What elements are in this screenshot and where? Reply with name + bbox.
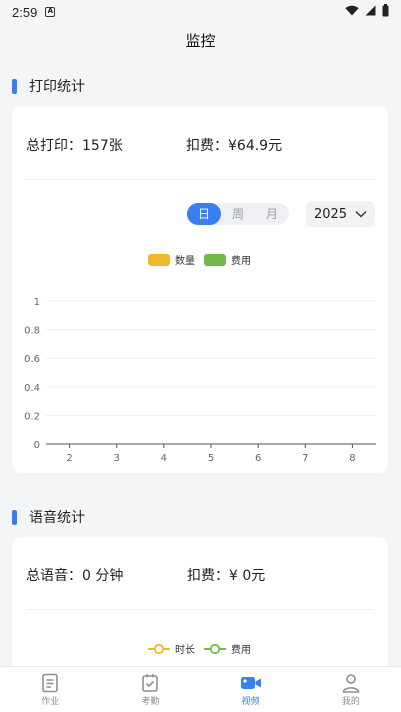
notification-a-icon: A xyxy=(45,7,56,17)
tab-mine[interactable]: 我的 xyxy=(301,667,401,712)
legend-item-count[interactable]: 数量 xyxy=(148,252,195,267)
segment-month[interactable]: 月 xyxy=(255,203,289,225)
print-chart: 0 0.2 0.4 0.6 0.8 1 2 3 4 5 6 7 8 xyxy=(24,297,376,464)
x-tick-label: 4 xyxy=(161,453,167,464)
tab-label: 视频 xyxy=(241,697,260,707)
tab-label: 考勤 xyxy=(141,697,160,707)
battery-icon xyxy=(382,4,389,17)
legend-label-duration: 时长 xyxy=(175,645,195,656)
y-tick-label: 1 xyxy=(34,297,40,308)
tab-video[interactable]: 视频 xyxy=(201,667,301,712)
segment-week[interactable]: 周 xyxy=(221,203,255,225)
x-tick-label: 7 xyxy=(302,453,308,464)
legend-swatch-count xyxy=(148,253,170,266)
document-icon xyxy=(42,673,58,693)
x-tick-label: 5 xyxy=(208,453,214,464)
tab-label: 我的 xyxy=(341,697,360,707)
voice-section-header: 语音统计 xyxy=(12,507,85,527)
x-tick-label: 3 xyxy=(114,453,120,464)
x-tick-label: 6 xyxy=(255,453,261,464)
status-icons xyxy=(345,4,389,17)
print-stats-card: 总打印：157张 扣费：¥64.9元 日 周 月 2025 数量 费用 0 0.2… xyxy=(12,106,388,473)
signal-icon xyxy=(365,5,376,16)
status-bar: 2:59 A xyxy=(0,0,401,24)
bottom-tab-bar: 作业 考勤 视频 我的 xyxy=(0,666,401,712)
voice-stats-card: 总语音：0 分钟 扣费：¥ 0元 时长 费用 xyxy=(12,537,388,677)
wifi-icon xyxy=(345,5,359,16)
voice-fee-value: ¥ 0元 xyxy=(229,568,266,584)
status-time: 2:59 xyxy=(12,4,38,20)
voice-chart-legend: 时长 费用 xyxy=(148,641,260,656)
voice-fee: 扣费：¥ 0元 xyxy=(187,565,265,585)
tab-label: 作业 xyxy=(41,697,60,707)
legend-label-voice-fee: 费用 xyxy=(231,645,251,656)
legend-label-count: 数量 xyxy=(175,256,195,267)
video-camera-icon xyxy=(240,677,261,689)
legend-line-duration-icon xyxy=(148,643,170,654)
tab-attendance[interactable]: 考勤 xyxy=(100,667,200,712)
print-total: 总打印：157张 xyxy=(26,138,123,154)
period-segmented-control: 日 周 月 xyxy=(187,203,289,225)
year-select[interactable]: 2025 xyxy=(306,201,375,227)
print-fee: 扣费：¥64.9元 xyxy=(186,138,283,154)
legend-line-fee-icon xyxy=(204,643,226,654)
divider xyxy=(26,609,374,610)
voice-fee-label: 扣费： xyxy=(187,568,229,584)
tab-homework[interactable]: 作业 xyxy=(0,667,100,712)
divider xyxy=(26,179,374,180)
legend-item-voice-fee[interactable]: 费用 xyxy=(204,641,251,656)
legend-swatch-fee xyxy=(204,253,226,266)
segment-day[interactable]: 日 xyxy=(187,203,221,225)
voice-total-label: 总语音： xyxy=(26,568,82,584)
voice-total-value: 0 分钟 xyxy=(82,568,124,584)
section-accent-bar xyxy=(12,78,17,94)
y-tick-label: 0.8 xyxy=(24,326,40,337)
x-tick-label: 8 xyxy=(349,453,355,464)
print-chart-legend: 数量 费用 xyxy=(148,252,260,267)
print-section-header: 打印统计 xyxy=(12,76,85,96)
voice-total: 总语音：0 分钟 xyxy=(26,565,123,585)
y-tick-label: 0.2 xyxy=(24,411,40,422)
legend-item-fee[interactable]: 费用 xyxy=(204,252,251,267)
checkbox-icon xyxy=(142,674,159,692)
y-tick-label: 0.6 xyxy=(24,354,40,365)
section-accent-bar xyxy=(12,509,17,525)
chevron-down-icon xyxy=(355,211,367,218)
legend-item-duration[interactable]: 时长 xyxy=(148,641,195,656)
user-icon xyxy=(342,674,360,693)
y-tick-label: 0 xyxy=(34,440,40,451)
page-title: 监控 xyxy=(185,32,216,50)
legend-label-fee: 费用 xyxy=(231,256,251,267)
voice-section-title: 语音统计 xyxy=(29,510,85,526)
y-tick-label: 0.4 xyxy=(24,383,40,394)
print-section-title: 打印统计 xyxy=(29,79,85,95)
year-value: 2025 xyxy=(313,206,348,222)
x-tick-label: 2 xyxy=(66,453,72,464)
